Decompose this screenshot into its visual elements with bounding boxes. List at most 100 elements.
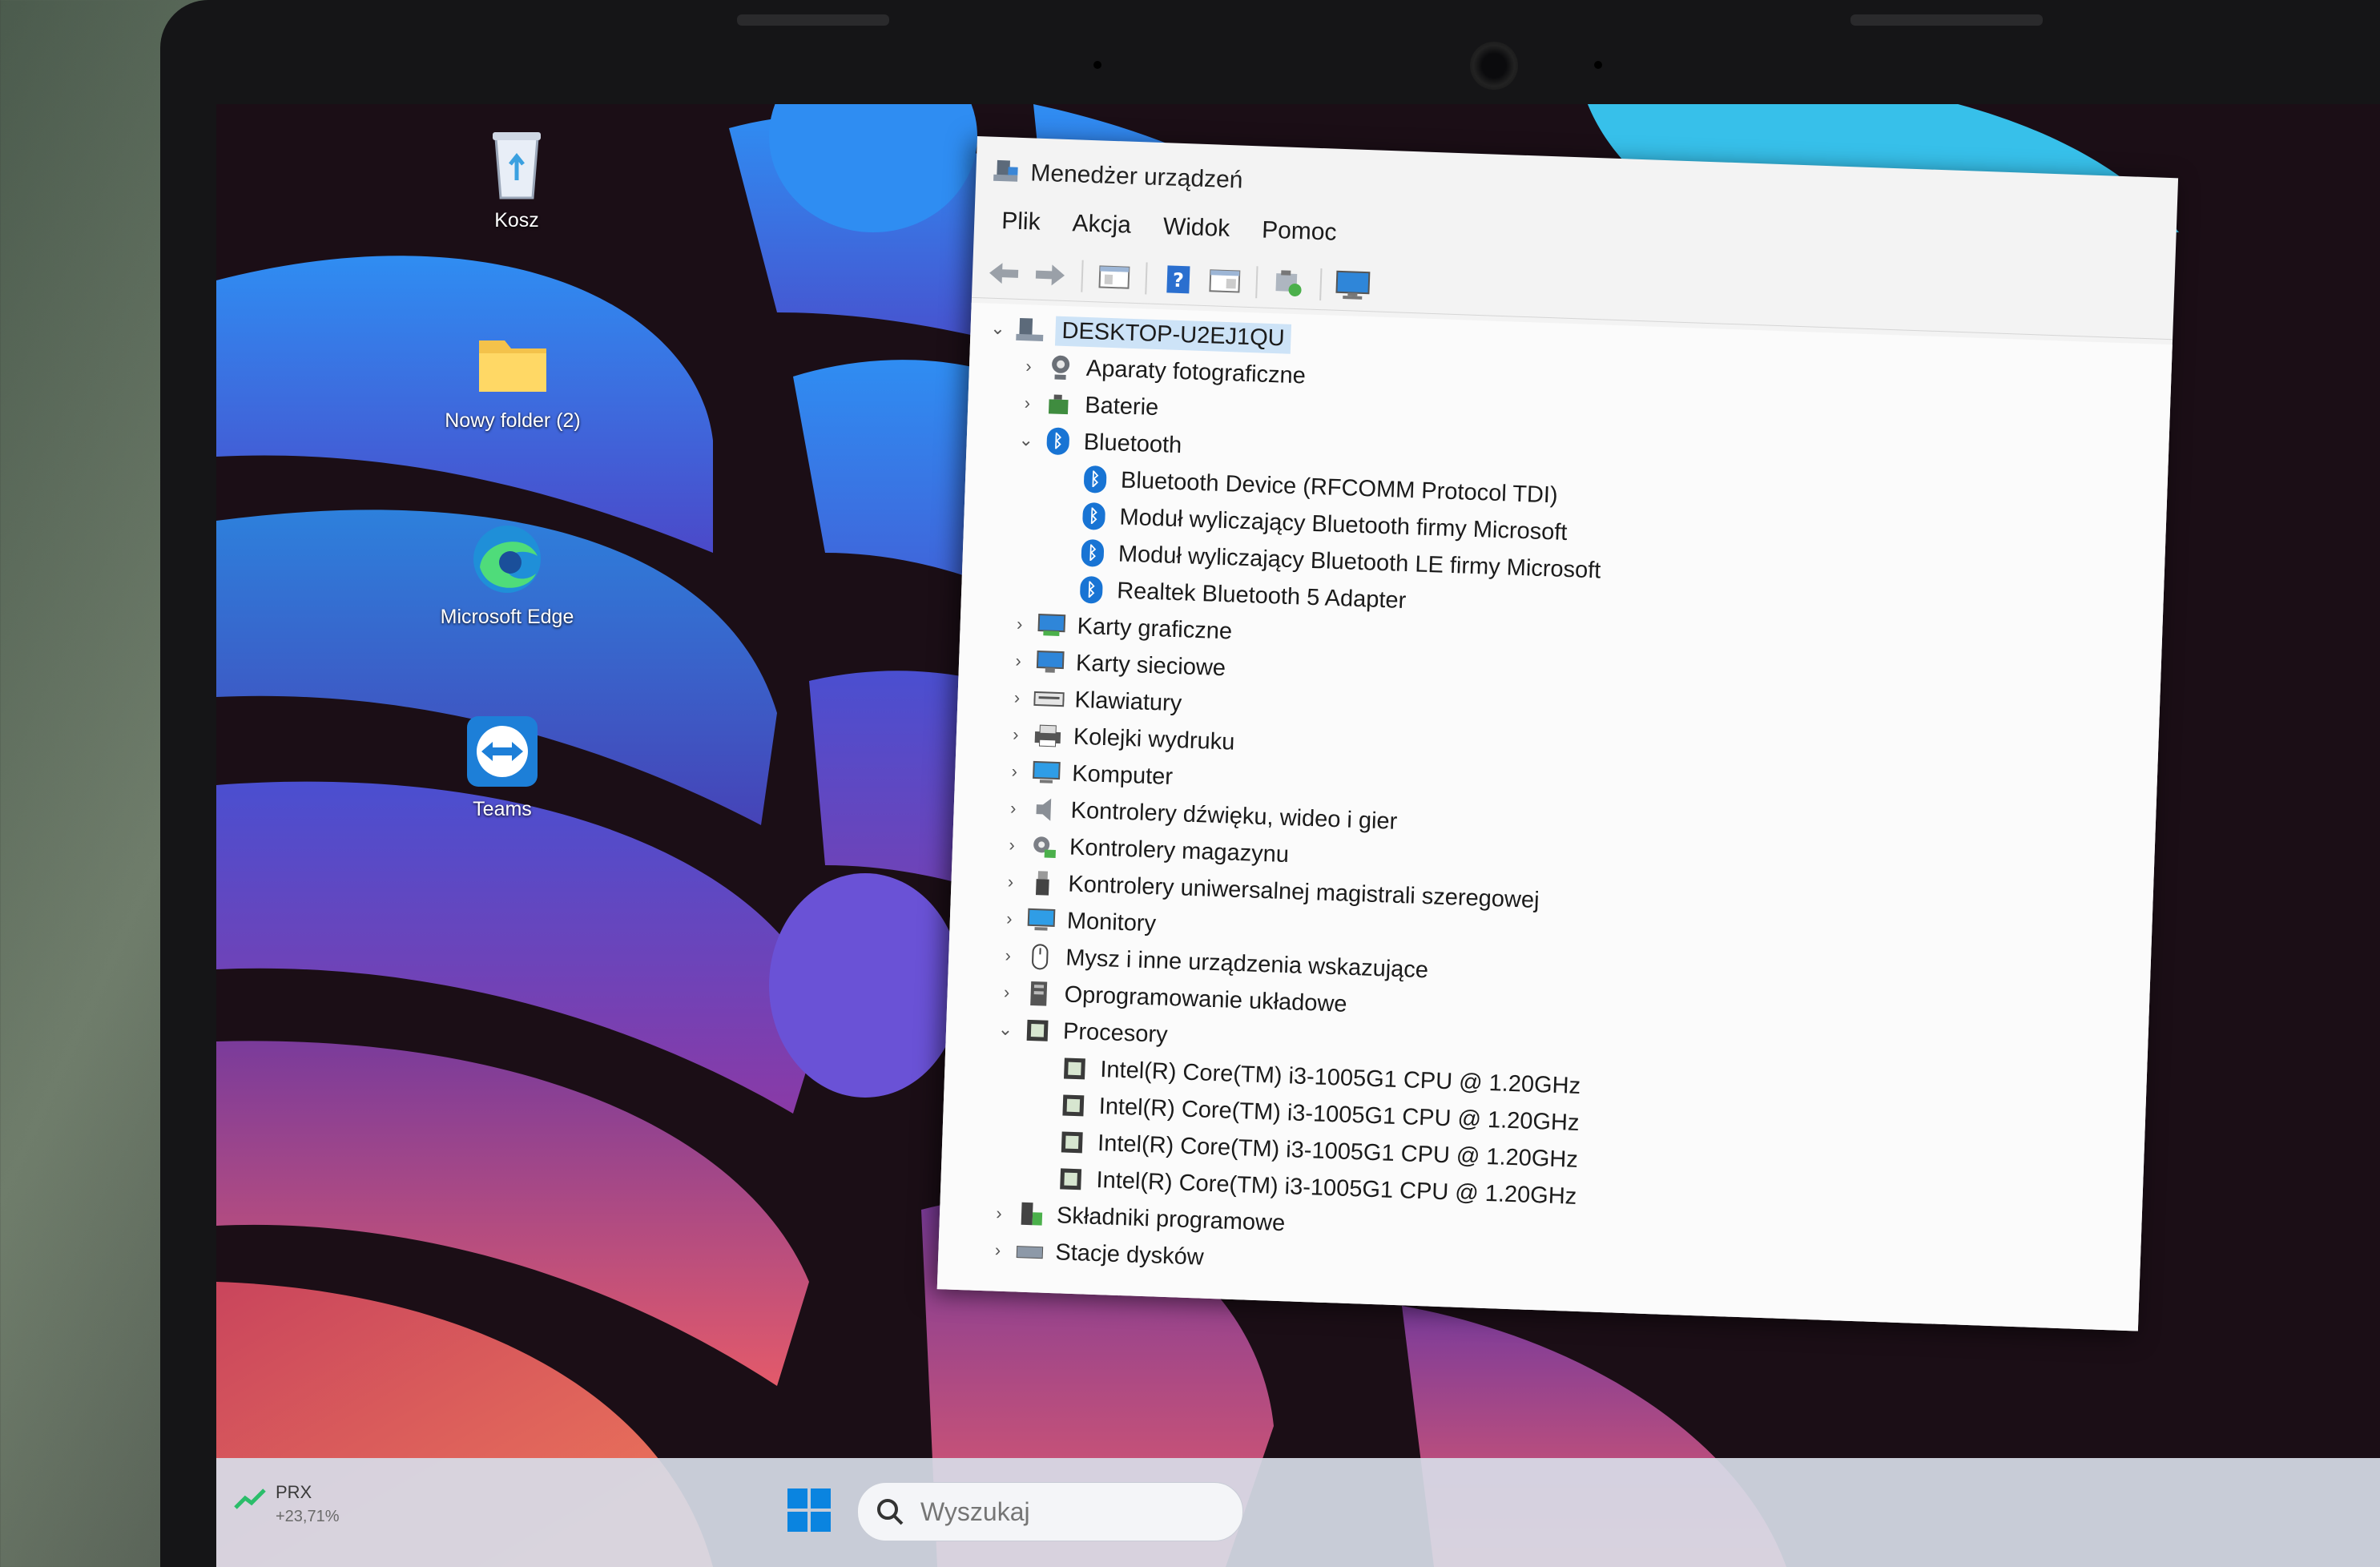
search-icon — [876, 1497, 904, 1529]
tree-node-label: Aparaty fotograficzne — [1085, 355, 1307, 389]
chevron-right-icon[interactable]: › — [1003, 761, 1026, 783]
properties-button[interactable] — [1095, 258, 1134, 296]
update-driver-icon — [1275, 269, 1302, 296]
menu-bar: Plik Akcja Widok Pomoc — [985, 207, 1353, 247]
chevron-right-icon[interactable]: › — [1017, 356, 1041, 377]
desktop-icon-label: Nowy folder (2) — [445, 409, 581, 432]
back-button[interactable] — [985, 254, 1023, 292]
cpu-icon — [1021, 1017, 1054, 1045]
tree-node-label: Kontrolery magazynu — [1069, 834, 1290, 868]
network-adapter-icon — [1034, 648, 1067, 676]
tree-node-label: Procesory — [1062, 1017, 1169, 1048]
chevron-down-icon[interactable]: ⌄ — [986, 318, 1009, 340]
recycle-bin-icon — [478, 124, 555, 201]
menu-view[interactable]: Widok — [1146, 212, 1246, 243]
device-manager-window[interactable]: Menedżer urządzeń Plik Akcja Widok Pomoc… — [936, 136, 2179, 1331]
chevron-right-icon[interactable]: › — [986, 1239, 1009, 1261]
desktop-icon-recycle-bin[interactable]: Kosz — [441, 124, 593, 232]
menu-help[interactable]: Pomoc — [1246, 216, 1353, 248]
chevron-right-icon[interactable]: › — [997, 908, 1021, 930]
scan-hardware-button[interactable] — [1334, 266, 1372, 304]
tree-node-label: Realtek Bluetooth 5 Adapter — [1116, 577, 1407, 614]
chevron-right-icon[interactable]: › — [1001, 798, 1025, 820]
tree-node-label: Kolejki wydruku — [1073, 723, 1235, 755]
toolbar-separator — [1081, 260, 1084, 292]
mouse-icon — [1024, 943, 1057, 971]
monitor-icon — [1030, 759, 1063, 787]
desktop-icon-teams[interactable]: Teams — [426, 713, 578, 821]
ticker-change: +23,71% — [276, 1508, 340, 1525]
chevron-right-icon[interactable]: › — [999, 872, 1022, 893]
speaker-icon — [1029, 796, 1061, 824]
device-tree: ⌄ DESKTOP-U2EJ1QU › Aparaty fotograficzn… — [936, 302, 2173, 1331]
software-component-icon — [1014, 1200, 1047, 1228]
bluetooth-icon: ᛒ — [1077, 502, 1110, 530]
cpu-icon — [1054, 1165, 1087, 1193]
tree-node-label: Komputer — [1071, 760, 1174, 790]
forward-arrow-icon — [1035, 264, 1065, 285]
chevron-right-icon[interactable]: › — [1005, 687, 1029, 709]
chevron-right-icon[interactable]: › — [1001, 835, 1024, 856]
keyboard-icon — [1033, 685, 1065, 713]
bezel-vent — [1850, 14, 2043, 26]
desktop-icon-label: Kosz — [494, 209, 539, 232]
device-manager-icon — [992, 156, 1020, 188]
display-adapter-icon — [1035, 611, 1068, 639]
chevron-right-icon[interactable]: › — [1007, 651, 1030, 672]
update-driver-button[interactable] — [1270, 264, 1308, 302]
teamviewer-icon — [464, 713, 541, 790]
desktop-icon-label: Microsoft Edge — [440, 606, 574, 628]
back-arrow-icon — [989, 262, 1019, 284]
desktop-icon-new-folder[interactable]: Nowy folder (2) — [437, 324, 589, 433]
bluetooth-icon: ᛒ — [1079, 465, 1112, 493]
monitor-icon — [1335, 270, 1371, 300]
ticker-symbol: PRX — [276, 1482, 312, 1502]
folder-icon — [474, 324, 551, 401]
chevron-right-icon[interactable]: › — [988, 1202, 1011, 1224]
help-button[interactable]: ? — [1159, 260, 1198, 299]
webcam — [1470, 42, 1518, 90]
chevron-right-icon[interactable]: › — [997, 945, 1020, 966]
tree-node-label: Baterie — [1084, 392, 1159, 421]
menu-action[interactable]: Akcja — [1056, 210, 1147, 240]
taskbar: PRX +23,71% — [216, 1458, 2380, 1567]
forward-button[interactable] — [1031, 256, 1069, 294]
chevron-right-icon[interactable]: › — [1008, 614, 1031, 635]
monitor-icon — [1025, 906, 1057, 934]
tree-node-label: Kontrolery dźwięku, wideo i gier — [1070, 797, 1398, 835]
window-title: Menedżer urządzeń — [1029, 159, 1244, 194]
chevron-right-icon[interactable]: › — [995, 981, 1018, 1003]
toolbar-separator — [1145, 261, 1148, 294]
edge-icon — [469, 521, 546, 598]
cpu-icon — [1057, 1091, 1089, 1119]
stock-widget[interactable]: PRX +23,71% — [234, 1482, 340, 1526]
search-input[interactable] — [919, 1492, 1226, 1531]
start-button[interactable] — [787, 1488, 831, 1532]
storage-controller-icon — [1028, 832, 1061, 860]
bluetooth-icon: ᛒ — [1041, 427, 1074, 456]
tree-node-label: Składniki programowe — [1056, 1202, 1286, 1236]
cpu-icon — [1058, 1054, 1091, 1082]
help-icon: ? — [1166, 264, 1190, 293]
bluetooth-icon: ᛒ — [1076, 538, 1109, 567]
chevron-down-icon[interactable]: ⌄ — [1014, 429, 1037, 451]
tree-node-label: Stacje dysków — [1054, 1239, 1205, 1271]
properties-icon — [1098, 264, 1130, 289]
taskbar-search[interactable] — [857, 1482, 1243, 1541]
tree-node-label: Bluetooth — [1083, 429, 1182, 458]
tree-node-label: Monitory — [1066, 908, 1157, 937]
view-button[interactable] — [1206, 262, 1244, 300]
bluetooth-icon: ᛒ — [1075, 575, 1108, 604]
chevron-right-icon[interactable]: › — [1005, 724, 1028, 746]
firmware-icon — [1022, 980, 1055, 1008]
title-bar[interactable]: Menedżer urządzeń — [991, 148, 1243, 205]
menu-file[interactable]: Plik — [985, 207, 1057, 236]
desktop-icon-edge[interactable]: Microsoft Edge — [431, 521, 583, 629]
tree-node-label: DESKTOP-U2EJ1QU — [1054, 316, 1292, 354]
chevron-down-icon[interactable]: ⌄ — [994, 1018, 1017, 1040]
chevron-right-icon[interactable]: › — [1016, 393, 1039, 414]
sensor-dot — [1594, 61, 1602, 69]
tree-node-label: Klawiatury — [1073, 687, 1182, 716]
windows-logo-icon — [787, 1488, 831, 1532]
view-icon — [1209, 268, 1241, 293]
